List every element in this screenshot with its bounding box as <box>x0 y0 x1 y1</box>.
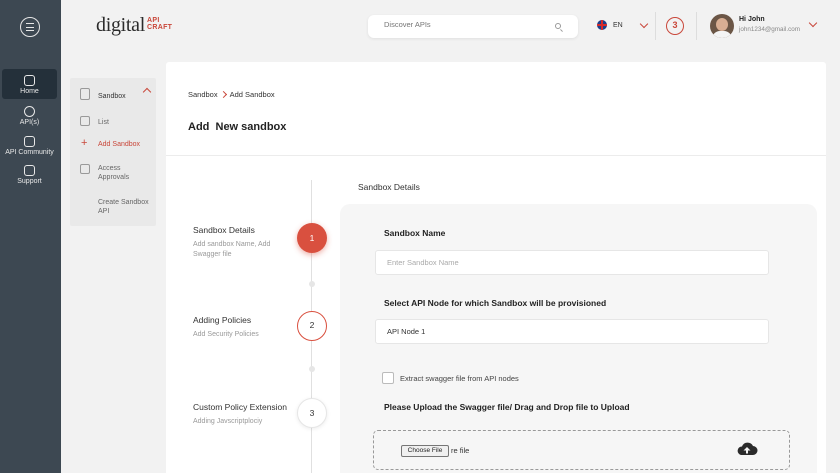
rail-item-support[interactable]: Support <box>2 165 57 185</box>
divider <box>696 12 697 40</box>
rail-item-home[interactable]: Home <box>2 69 57 99</box>
chevron-down-icon[interactable] <box>639 19 648 28</box>
api-node-select[interactable]: API Node 1 <box>375 319 769 344</box>
sandbox-icon <box>80 88 90 100</box>
rail-item-support-label: Support <box>17 178 42 185</box>
search-input[interactable] <box>384 20 544 29</box>
section-label: Sandbox Details <box>358 182 420 192</box>
left-rail: Home API(s) API Community Support <box>0 0 61 473</box>
search-icon[interactable] <box>555 23 561 29</box>
logo-sub: API CRAFT <box>147 17 172 31</box>
sandbox-name-input[interactable] <box>375 250 769 275</box>
file-dropzone[interactable]: Choose File re file <box>373 430 790 470</box>
search-box[interactable] <box>368 15 578 38</box>
divider <box>166 155 826 156</box>
rail-item-community-label: API Community <box>5 149 54 156</box>
logo[interactable]: digital API CRAFT <box>96 14 172 36</box>
language-selector[interactable]: EN <box>597 19 648 30</box>
rail-item-home-label: Home <box>20 88 39 95</box>
chevron-up-icon[interactable] <box>142 87 152 97</box>
subnav-item-list[interactable]: List <box>98 118 109 127</box>
step-2-subtitle: Add Security Policies <box>193 331 259 338</box>
avatar[interactable] <box>710 14 734 38</box>
step-1-subtitle: Add sandbox Name, Add Swagger file <box>193 241 271 258</box>
rail-item-apis[interactable]: API(s) <box>2 106 57 126</box>
menu-icon[interactable] <box>20 17 40 37</box>
step-3-subtitle: Adding Javscriptplociy <box>193 418 263 425</box>
logo-sub-craft: CRAFT <box>147 24 173 31</box>
step-1-indicator[interactable]: 1 <box>297 223 327 253</box>
file-status: re file <box>451 446 470 455</box>
subnav-item-add-sandbox[interactable]: Add Sandbox <box>98 140 140 149</box>
subnav-item-access-approvals[interactable]: Access Approvals <box>98 164 148 182</box>
list-icon <box>80 116 90 126</box>
sandbox-name-label: Sandbox Name <box>384 228 446 238</box>
step-2-indicator[interactable]: 2 <box>297 311 327 341</box>
plus-icon: + <box>81 137 88 149</box>
uk-flag-icon <box>597 20 607 30</box>
api-icon <box>24 106 35 117</box>
breadcrumb-parent[interactable]: Sandbox <box>188 90 218 99</box>
notification-badge[interactable]: 3 <box>666 17 684 35</box>
step-1-title: Sandbox Details <box>193 225 255 235</box>
extract-swagger-checkbox[interactable] <box>382 372 394 384</box>
approvals-icon <box>80 164 90 174</box>
breadcrumb-current: Add Sandbox <box>229 90 275 99</box>
step-3-indicator[interactable]: 3 <box>297 398 327 428</box>
sandbox-subnav: Sandbox List + Add Sandbox Access Approv… <box>70 78 156 226</box>
user-greeting: Hi John <box>739 16 765 23</box>
sandbox-form: Sandbox Name Select API Node for which S… <box>340 204 817 473</box>
community-icon <box>24 136 35 147</box>
support-icon <box>24 165 35 176</box>
breadcrumb: Sandbox Add Sandbox <box>188 90 275 99</box>
page-title: Add New sandbox <box>188 121 287 133</box>
language-label: EN <box>613 21 623 29</box>
subnav-item-create-sandbox-api[interactable]: Create Sandbox API <box>98 198 154 216</box>
rail-item-apis-label: API(s) <box>19 119 40 126</box>
cloud-upload-icon[interactable] <box>736 442 758 456</box>
divider <box>655 12 656 40</box>
logo-sub-api: API <box>147 17 160 24</box>
rail-item-community[interactable]: API Community <box>2 136 57 156</box>
upload-label: Please Upload the Swagger file/ Drag and… <box>384 402 630 412</box>
main-panel: Sandbox Add Sandbox Add New sandbox Sand… <box>166 62 826 473</box>
step-dot <box>309 281 315 287</box>
api-node-label: Select API Node for which Sandbox will b… <box>384 298 607 308</box>
user-menu-chevron-icon[interactable] <box>808 18 818 28</box>
user-email: john1234@gmail.com <box>739 26 800 33</box>
step-2-title: Adding Policies <box>193 315 252 325</box>
choose-file-button[interactable]: Choose File <box>401 445 449 457</box>
step-3-title: Custom Policy Extension <box>193 402 288 412</box>
subnav-title[interactable]: Sandbox <box>98 92 126 101</box>
extract-swagger-label: Extract swagger file from API nodes <box>400 374 519 383</box>
home-icon <box>24 75 35 86</box>
logo-main: digital <box>96 14 146 36</box>
step-dot <box>309 366 315 372</box>
chevron-right-icon <box>219 90 227 99</box>
